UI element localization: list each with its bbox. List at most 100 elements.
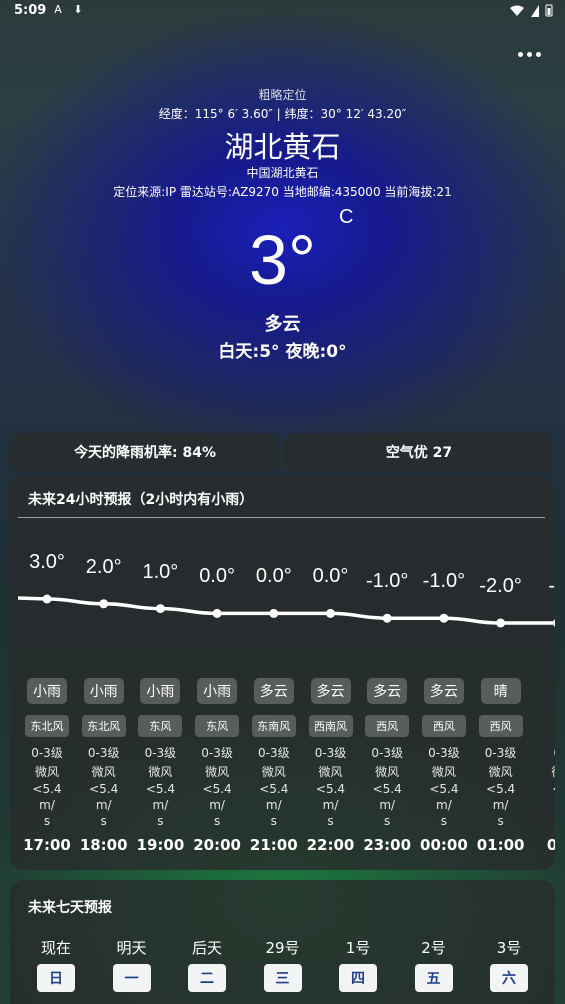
hour-wind-speed-unit2: s	[157, 814, 164, 828]
download-icon: ⬇	[73, 3, 83, 16]
hour-wind-desc: 微风	[148, 765, 173, 779]
coordinates: 经度：115° 6′ 3.60″ | 纬度：30° 12′ 43.20″	[158, 107, 407, 121]
hour-wind-desc: 微风	[431, 765, 456, 779]
current-temperature: 3°	[249, 221, 316, 299]
hour-time: 20:00	[193, 836, 241, 854]
hour-wind-direction-badge: 东风	[195, 715, 240, 737]
weekly-title: 未来七天预报	[28, 900, 112, 916]
hour-wind-speed: <5.4	[315, 782, 346, 796]
hour-wind-speed: <5.4	[486, 782, 516, 796]
hour-time: 18:00	[79, 836, 128, 854]
temperature-line	[17, 596, 555, 625]
day-name[interactable]: 2号	[404, 937, 464, 958]
day-name[interactable]: 1号	[328, 937, 388, 958]
temperature-point	[42, 594, 52, 604]
air-quality-text: 空气优 27	[385, 445, 453, 461]
rain-chance-card[interactable]: 今天的降雨机率: 84%	[10, 433, 280, 471]
hour-wind-speed-unit2: s	[100, 814, 107, 828]
weekly-forecast-card[interactable]: 未来七天预报 现在日 明天一 后天二 29号三 1号四 2号五 3号六	[10, 880, 555, 1004]
hour-wind-level: 0-3级	[428, 746, 460, 760]
hour-wind-speed-unit: m/	[209, 798, 225, 812]
hour-wind-speed-unit: m/	[492, 798, 509, 812]
clock: 5:09	[14, 3, 47, 18]
hour-condition-badge: 多云	[367, 678, 408, 704]
hour-wind-desc: 微风	[375, 765, 400, 779]
hour-wind-level: 0	[532, 745, 555, 762]
hour-condition-badge: 小雨	[140, 678, 181, 704]
hour-condition-badge: 小雨	[83, 678, 124, 704]
hour-wind-speed-unit: m/	[95, 798, 112, 812]
temperature-point	[155, 604, 165, 614]
hour-wind-level: 0-3级	[144, 746, 177, 760]
hour-time: 19:00	[136, 836, 185, 854]
day-name[interactable]: 明天	[102, 937, 162, 958]
more-menu-button[interactable]	[515, 44, 543, 64]
hour-wind-speed-unit2: s	[270, 814, 277, 828]
hour-wind-desc: 微风	[261, 765, 286, 779]
hour-wind-speed: <5.4	[89, 782, 119, 796]
hour-time: 02	[546, 836, 555, 854]
hour-wind-speed-unit2: s	[440, 814, 448, 828]
weekday-badge: 日	[37, 964, 75, 992]
day-name[interactable]: 3号	[479, 937, 539, 958]
hour-condition-badge: 多云	[423, 678, 464, 704]
status-bar: 5:09 A ⬇	[0, 0, 565, 24]
city-name: 湖北黄石	[224, 130, 341, 164]
hour-condition-badge: 多云	[253, 678, 294, 704]
hour-wind-level: 0-3级	[31, 746, 63, 760]
hour-wind-speed-unit2: s	[497, 814, 504, 828]
hour-wind-direction-badge: 西南风	[308, 715, 353, 737]
temperature-point	[496, 618, 506, 628]
rain-chance-text: 今天的降雨机率: 84%	[74, 445, 216, 461]
location-meta: 定位来源:IP 雷达站号:AZ9270 当地邮编:435000 当前海拔:21	[113, 185, 452, 199]
dot-icon	[526, 51, 532, 57]
system-icons	[509, 4, 553, 17]
weekday-badge: 三	[263, 964, 302, 992]
dot-icon	[517, 51, 523, 57]
day-name[interactable]: 现在	[26, 937, 86, 958]
temperature-point	[552, 619, 555, 627]
hour-wind-direction-badge: 西风	[478, 715, 523, 737]
hour-wind-speed-unit: m/	[379, 798, 396, 812]
hour-wind-level: 0-3级	[484, 746, 517, 760]
hour-wind-desc: 微风	[318, 765, 343, 779]
hour-condition-badge: 小雨	[27, 678, 67, 704]
hour-time: 00:00	[420, 836, 468, 854]
hour-wind-speed-unit: m/	[436, 798, 452, 812]
hour-wind-desc: 微风	[488, 765, 513, 779]
hour-wind-speed-unit: m/	[152, 798, 169, 812]
temperature-point	[382, 613, 392, 623]
air-quality-card[interactable]: 空气优 27	[284, 433, 554, 471]
hour-wind-speed: <5.4	[259, 782, 289, 796]
hour-wind-direction-badge: 东北风	[25, 715, 69, 737]
hour-wind-speed: <5.4	[32, 782, 62, 796]
day-night-temps: 白天:5° 夜晚:0°	[218, 342, 347, 362]
wifi-icon	[510, 5, 524, 16]
hour-wind-direction-badge: 西风	[421, 715, 466, 737]
hour-wind-desc: 微风	[34, 765, 59, 779]
hour-wind-speed-unit: m/	[322, 798, 339, 812]
hour-wind-speed: <	[532, 781, 555, 798]
hour-wind-speed-unit2: s	[327, 814, 334, 828]
hour-time: 23:00	[363, 836, 412, 854]
hour-wind-direction-badge: 东风	[138, 715, 183, 737]
hourly-forecast-card[interactable]: 未来24小时预报（2小时内有小雨） 3.0° 小雨 东北风 0-3级 微风 <5.4 m/s…	[10, 475, 555, 870]
hour-wind-desc: 微风	[205, 765, 230, 779]
temperature-point	[326, 608, 335, 618]
notification-a-icon: A	[54, 3, 62, 16]
hour-time: 22:00	[306, 836, 355, 854]
day-name[interactable]: 后天	[177, 937, 237, 958]
weekday-badge: 一	[112, 964, 151, 992]
hour-wind-direction-badge: 东北风	[81, 715, 126, 737]
hour-wind-speed: <5.4	[372, 782, 402, 796]
hour-wind-level: 0-3级	[371, 746, 403, 760]
weekday-badge: 二	[188, 964, 226, 992]
hour-wind-speed-unit: m/	[39, 798, 55, 812]
hour-time: 17:00	[23, 836, 71, 854]
hour-wind-level: 0-3级	[314, 746, 347, 760]
hour-condition-badge: 多云	[310, 678, 351, 704]
location-type-label: 粗略定位	[258, 88, 307, 102]
hour-time: 21:00	[249, 836, 298, 854]
signal-icon	[531, 4, 539, 17]
day-name[interactable]: 29号	[253, 937, 313, 958]
